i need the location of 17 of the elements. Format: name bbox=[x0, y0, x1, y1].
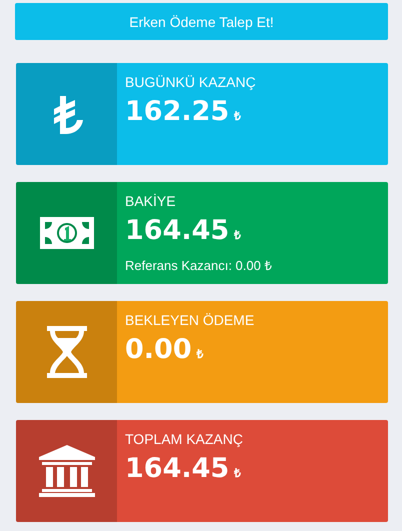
amount: 0.00 bbox=[125, 333, 192, 367]
currency-sign: ₺ bbox=[234, 227, 242, 243]
early-payment-button[interactable]: Erken Ödeme Talep Et! bbox=[15, 3, 388, 40]
amount: 164.45 bbox=[125, 214, 230, 248]
card-title: BAKİYE bbox=[125, 192, 177, 210]
hourglass-icon bbox=[44, 326, 88, 378]
referral-earnings: Referans Kazancı: 0.00 ₺ bbox=[125, 257, 272, 274]
bank-icon bbox=[38, 445, 94, 497]
amount: 164.45 bbox=[125, 452, 230, 486]
card-title: TOPLAM KAZANÇ bbox=[125, 430, 244, 448]
currency-sign: ₺ bbox=[234, 108, 242, 124]
currency-sign: ₺ bbox=[196, 346, 204, 362]
card-title: BEKLEYEN ÖDEME bbox=[125, 311, 256, 329]
card-title: BUGÜNKÜ KAZANÇ bbox=[125, 73, 257, 91]
amount: 162.25 bbox=[125, 95, 230, 129]
banknote-icon bbox=[40, 217, 94, 249]
currency-sign: ₺ bbox=[234, 465, 242, 481]
